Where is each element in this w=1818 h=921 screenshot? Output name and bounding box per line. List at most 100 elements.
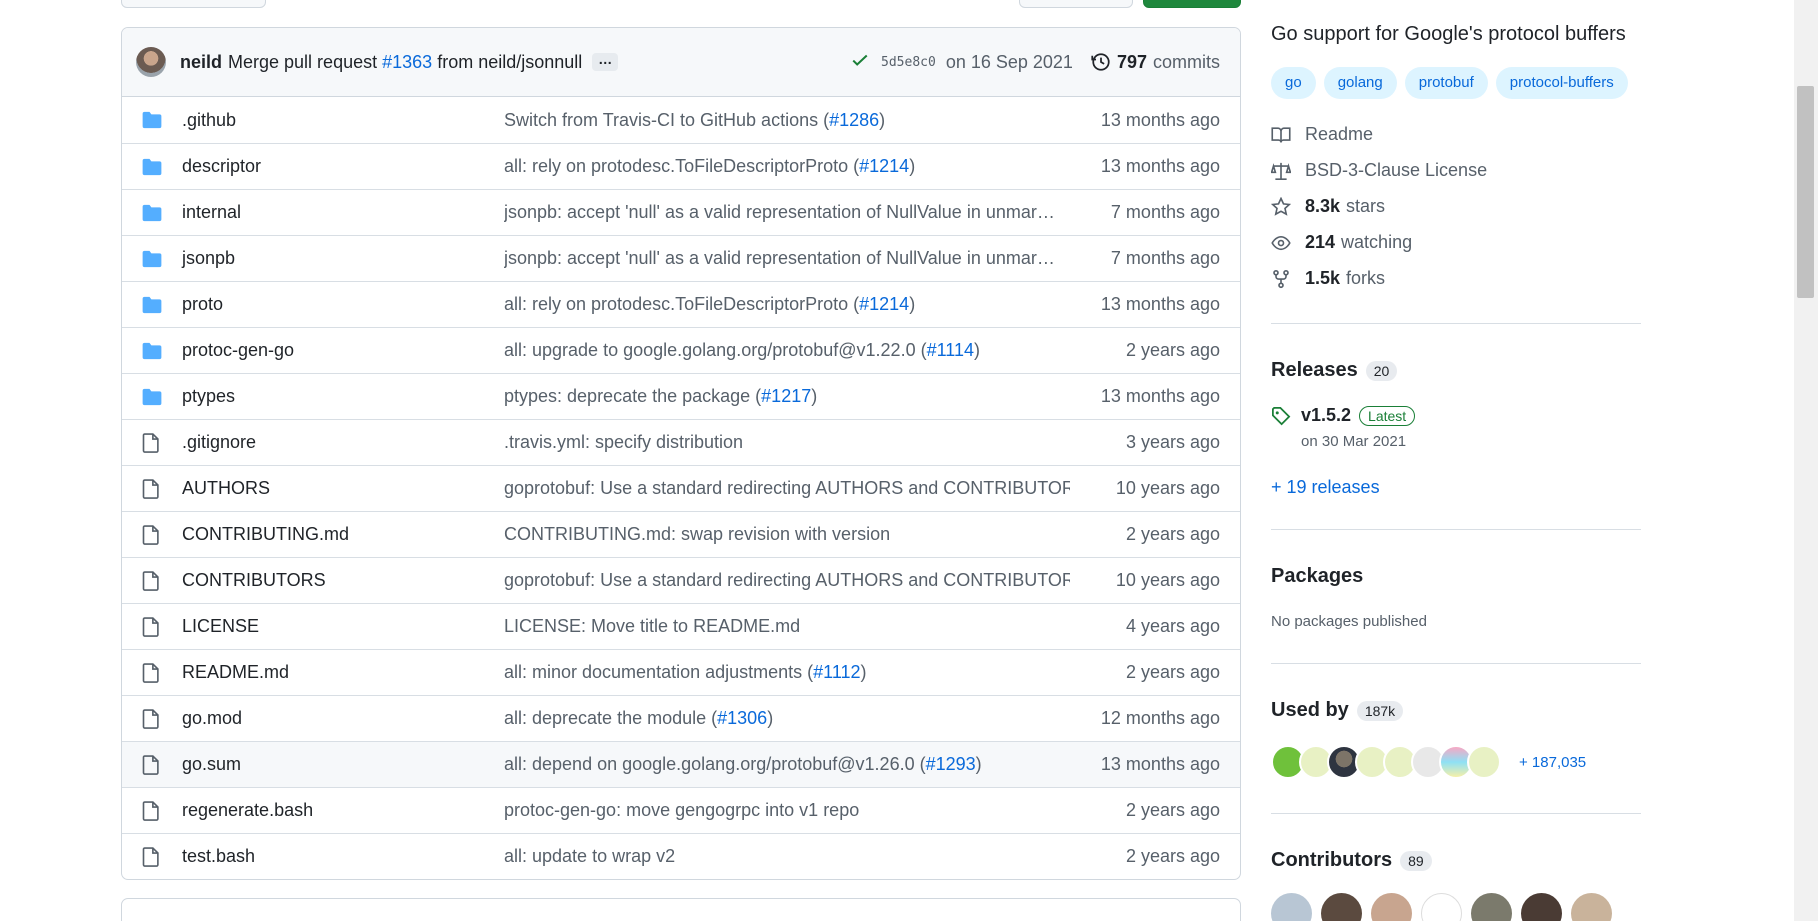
- file-name-link[interactable]: README.md: [182, 662, 504, 683]
- file-name-link[interactable]: go.mod: [182, 708, 504, 729]
- file-row[interactable]: AUTHORS goprotobuf: Use a standard redire…: [122, 465, 1240, 511]
- packages-heading[interactable]: Packages: [1271, 565, 1363, 588]
- stars-link[interactable]: 8.3k stars: [1271, 196, 1385, 217]
- contributors-heading[interactable]: Contributors 89: [1271, 849, 1432, 872]
- used-by-heading[interactable]: Used by 187k: [1271, 699, 1404, 722]
- commit-pr-link[interactable]: #1217: [761, 386, 811, 406]
- commit-message-link[interactable]: all: update to wrap v2: [504, 846, 1070, 867]
- commit-pr-link[interactable]: #1112: [813, 662, 860, 682]
- check-icon[interactable]: [851, 51, 869, 74]
- commit-message-link[interactable]: all: depend on google.golang.org/protobu…: [504, 754, 1070, 775]
- commit-message-link[interactable]: all: deprecate the module (#1306): [504, 708, 1070, 729]
- commit-age: 2 years ago: [1125, 662, 1220, 682]
- file-name-link[interactable]: regenerate.bash: [182, 800, 504, 821]
- readme-link[interactable]: Readme: [1271, 124, 1373, 145]
- used-by-more-link[interactable]: + 187,035: [1519, 754, 1586, 771]
- file-row[interactable]: CONTRIBUTING.md CONTRIBUTING.md: swap rev…: [122, 511, 1240, 557]
- license-link[interactable]: BSD-3-Clause License: [1271, 160, 1487, 181]
- commit-message-link[interactable]: CONTRIBUTING.md: swap revision with vers…: [504, 524, 1070, 545]
- file-name-link[interactable]: .gitignore: [182, 432, 504, 453]
- file-row[interactable]: ptypes ptypes: deprecate the package (#12…: [122, 373, 1240, 419]
- file-name-link[interactable]: proto: [182, 294, 504, 315]
- file-name-link[interactable]: descriptor: [182, 156, 504, 177]
- code-button[interactable]: [1143, 0, 1241, 8]
- commit-message-link[interactable]: all: minor documentation adjustments (#1…: [504, 662, 1070, 683]
- file-name-link[interactable]: AUTHORS: [182, 478, 504, 499]
- branch-button[interactable]: [121, 0, 266, 8]
- file-name-link[interactable]: test.bash: [182, 846, 504, 867]
- commits-label: commits: [1153, 51, 1220, 72]
- avatar[interactable]: [136, 47, 166, 77]
- file-name-link[interactable]: jsonpb: [182, 248, 504, 269]
- avatar[interactable]: [1321, 893, 1362, 921]
- topic-tag[interactable]: go: [1271, 67, 1316, 99]
- file-name-link[interactable]: CONTRIBUTING.md: [182, 524, 504, 545]
- commit-pr-link[interactable]: #1293: [926, 754, 976, 774]
- topic-tag[interactable]: protobuf: [1404, 67, 1488, 99]
- file-row[interactable]: jsonpb jsonpb: accept 'null' as a valid r…: [122, 235, 1240, 281]
- commit-message-link[interactable]: goprotobuf: Use a standard redirecting A…: [504, 478, 1070, 499]
- commit-message-link[interactable]: Switch from Travis-CI to GitHub actions …: [504, 110, 1070, 131]
- commit-message-text: all: update to wrap v2: [504, 846, 676, 866]
- folder-icon: [142, 250, 172, 268]
- file-row[interactable]: README.md all: minor documentation adjust…: [122, 649, 1240, 695]
- commit-message-link[interactable]: protoc-gen-go: move gengogrpc into v1 re…: [504, 800, 1070, 821]
- file-name-link[interactable]: LICENSE: [182, 616, 504, 637]
- more-releases-link[interactable]: + 19 releases: [1271, 477, 1380, 498]
- file-row[interactable]: go.sum all: depend on google.golang.org/p…: [122, 741, 1240, 787]
- file-name-link[interactable]: go.sum: [182, 754, 504, 775]
- file-row[interactable]: CONTRIBUTORS goprotobuf: Use a standard r…: [122, 557, 1240, 603]
- file-row[interactable]: .gitignore .travis.yml: specify distribut…: [122, 419, 1240, 465]
- commit-author-link[interactable]: neild: [180, 52, 222, 73]
- file-row[interactable]: .github Switch from Travis-CI to GitHub a…: [122, 97, 1240, 143]
- latest-release[interactable]: v1.5.2 Latest: [1271, 405, 1416, 426]
- commit-history-link[interactable]: 797 commits: [1091, 52, 1220, 73]
- file-icon: [142, 478, 172, 499]
- scrollbar-thumb[interactable]: [1797, 86, 1814, 298]
- commit-pr-link[interactable]: #1214: [859, 156, 909, 176]
- file-name-link[interactable]: .github: [182, 110, 504, 131]
- file-name-link[interactable]: protoc-gen-go: [182, 340, 504, 361]
- file-name-link[interactable]: ptypes: [182, 386, 504, 407]
- file-row[interactable]: internal jsonpb: accept 'null' as a valid…: [122, 189, 1240, 235]
- avatar[interactable]: [1421, 893, 1462, 921]
- file-row[interactable]: protoc-gen-go all: upgrade to google.gola…: [122, 327, 1240, 373]
- commit-pr-link[interactable]: #1214: [859, 294, 909, 314]
- go-to-file-button[interactable]: [1019, 0, 1133, 8]
- commit-message-link[interactable]: jsonpb: accept 'null' as a valid represe…: [504, 248, 1070, 269]
- file-row[interactable]: go.mod all: deprecate the module (#1306) 1…: [122, 695, 1240, 741]
- file-row[interactable]: descriptor all: rely on protodesc.ToFileD…: [122, 143, 1240, 189]
- commit-sha-link[interactable]: 5d5e8c0: [881, 55, 936, 70]
- file-row[interactable]: test.bash all: update to wrap v2 2 years a…: [122, 833, 1240, 879]
- commit-message-link[interactable]: jsonpb: accept 'null' as a valid represe…: [504, 202, 1070, 223]
- avatar[interactable]: [1471, 893, 1512, 921]
- used-by-avatars[interactable]: + 187,035: [1271, 745, 1586, 779]
- commit-message-link[interactable]: ptypes: deprecate the package (#1217): [504, 386, 1070, 407]
- commit-message-link[interactable]: goprotobuf: Use a standard redirecting A…: [504, 570, 1070, 591]
- forks-link[interactable]: 1.5k forks: [1271, 268, 1385, 289]
- file-row[interactable]: proto all: rely on protodesc.ToFileDescri…: [122, 281, 1240, 327]
- avatar[interactable]: [1521, 893, 1562, 921]
- file-row[interactable]: LICENSE LICENSE: Move title to README.md 4…: [122, 603, 1240, 649]
- file-name-link[interactable]: internal: [182, 202, 504, 223]
- file-row[interactable]: regenerate.bash protoc-gen-go: move gengo…: [122, 787, 1240, 833]
- commit-message-link[interactable]: LICENSE: Move title to README.md: [504, 616, 1070, 637]
- topic-tag[interactable]: protocol-buffers: [1495, 67, 1628, 99]
- commit-pr-link[interactable]: #1286: [829, 110, 879, 130]
- commit-pr-link[interactable]: #1306: [717, 708, 767, 728]
- avatar[interactable]: [1571, 893, 1612, 921]
- commit-message-link[interactable]: all: rely on protodesc.ToFileDescriptorP…: [504, 156, 1070, 177]
- topic-tag[interactable]: golang: [1323, 67, 1397, 99]
- expand-commit-button[interactable]: …: [592, 52, 619, 71]
- commit-pr-link[interactable]: #1114: [927, 340, 974, 360]
- commit-message-link[interactable]: .travis.yml: specify distribution: [504, 432, 1070, 453]
- commit-age: 13 months ago: [1100, 294, 1220, 314]
- avatar[interactable]: [1271, 893, 1312, 921]
- file-name-link[interactable]: CONTRIBUTORS: [182, 570, 504, 591]
- releases-heading[interactable]: Releases 20: [1271, 359, 1398, 382]
- commit-message-link[interactable]: all: rely on protodesc.ToFileDescriptorP…: [504, 294, 1070, 315]
- avatar[interactable]: [1371, 893, 1412, 921]
- commit-message-link[interactable]: all: upgrade to google.golang.org/protob…: [504, 340, 1070, 361]
- watching-link[interactable]: 214 watching: [1271, 232, 1412, 253]
- commit-pr-link[interactable]: #1363: [382, 52, 432, 72]
